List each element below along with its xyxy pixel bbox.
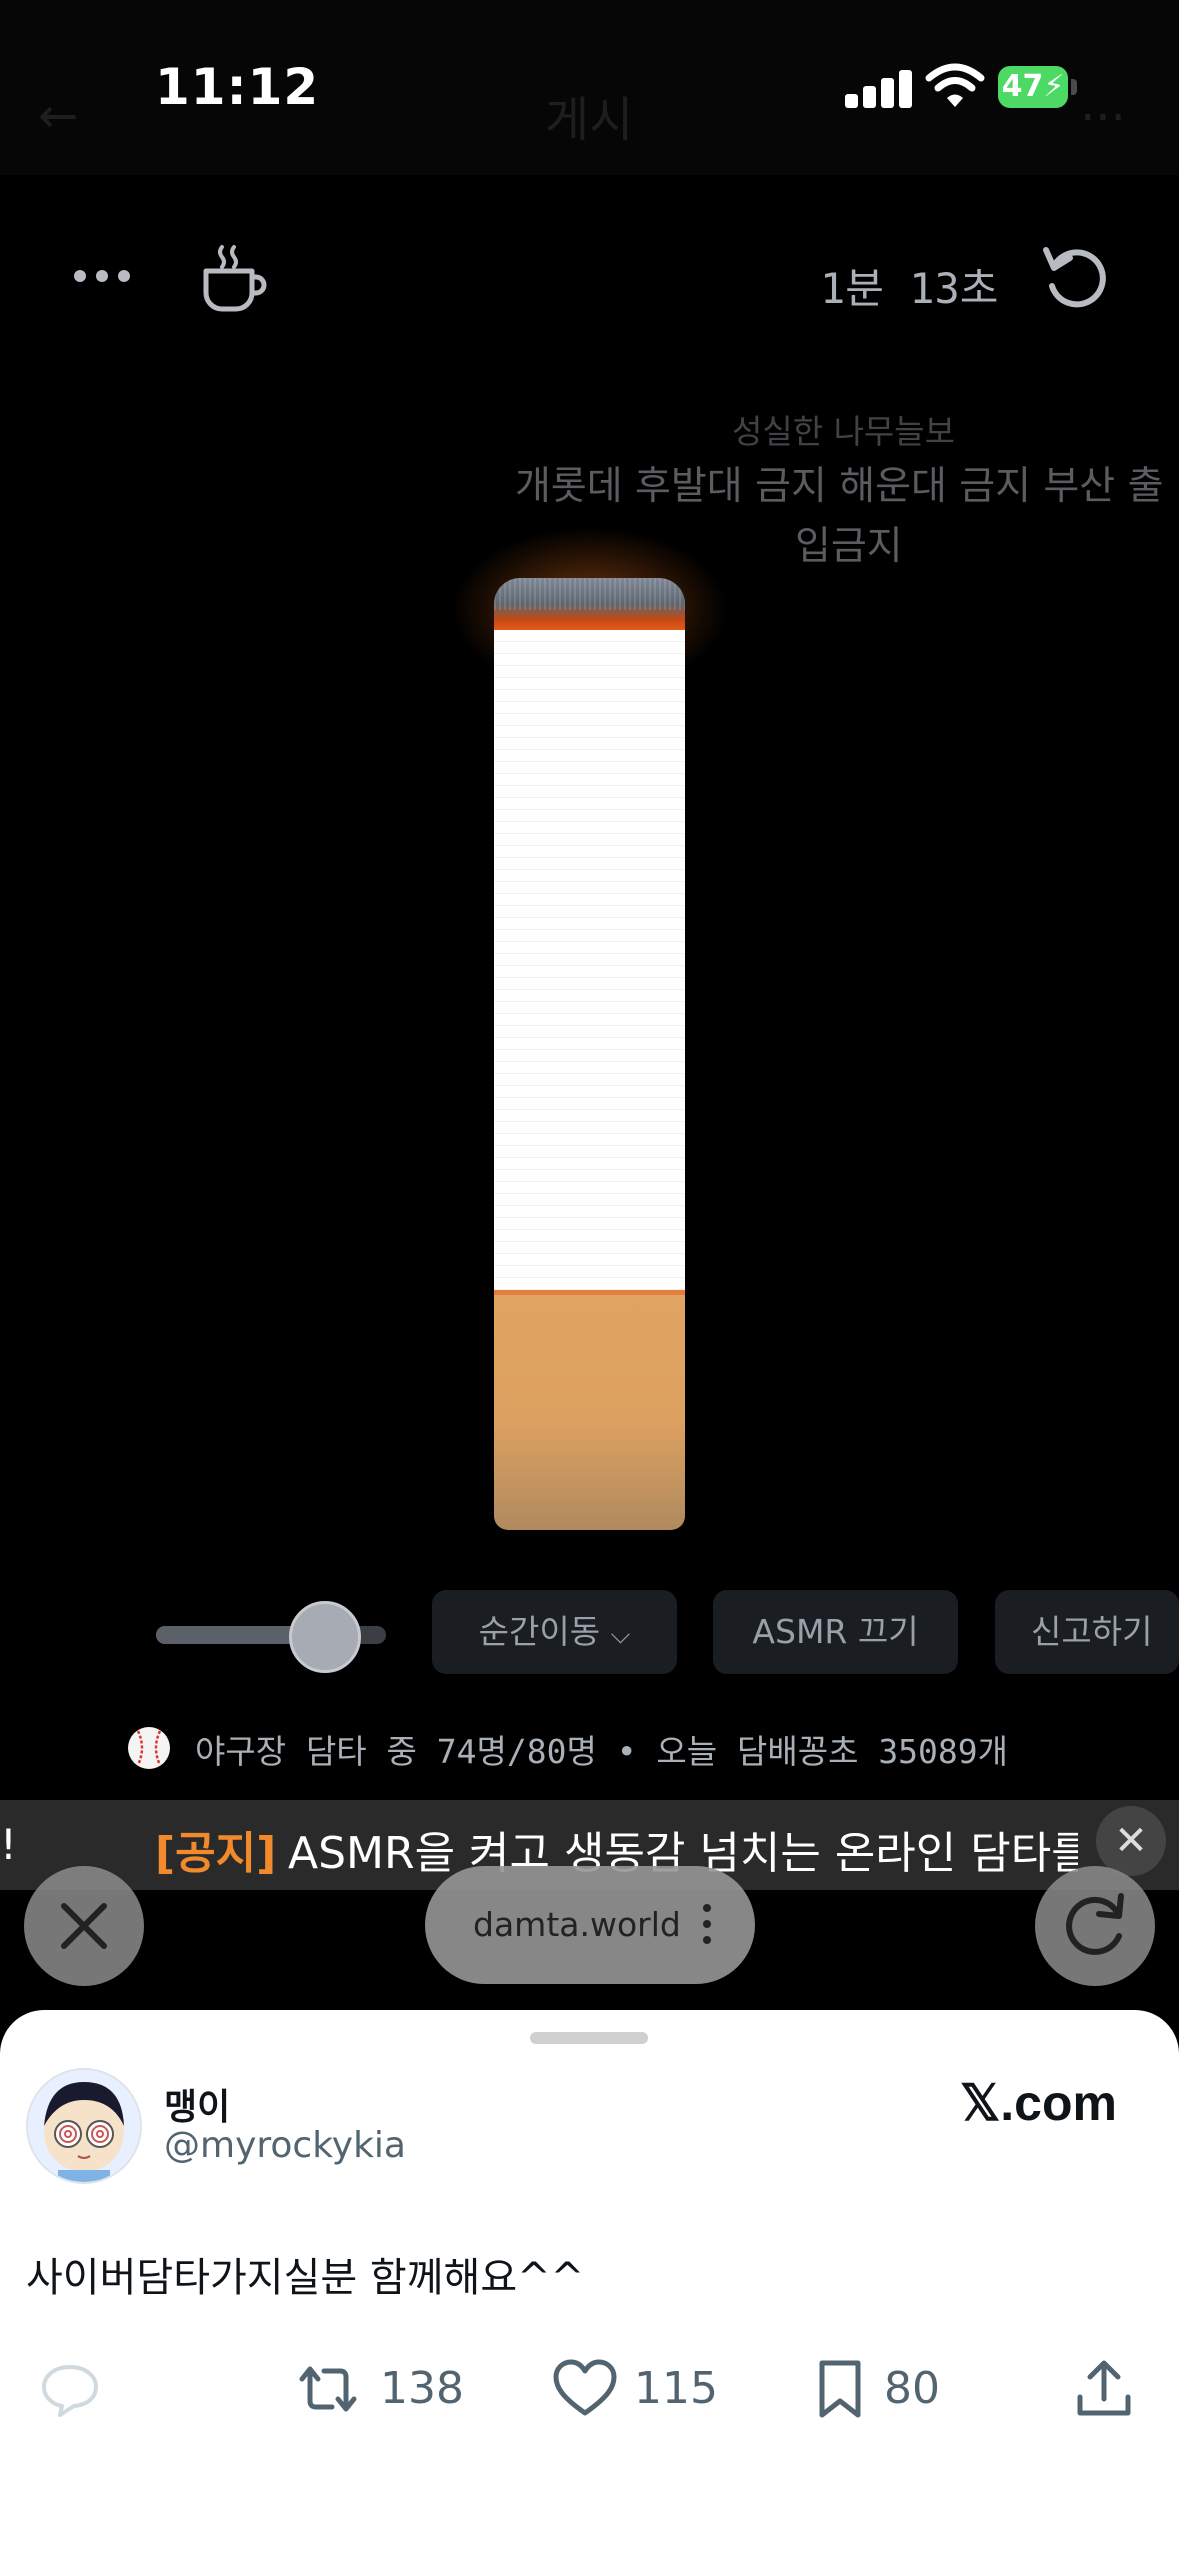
sheet-grab-handle[interactable] xyxy=(530,2032,648,2044)
bookmark-icon xyxy=(819,2360,861,2418)
retweet-count: 138 xyxy=(380,2363,464,2414)
bookmark-button[interactable]: 80 xyxy=(812,2355,940,2419)
reply-button[interactable] xyxy=(38,2355,102,2419)
close-icon xyxy=(61,1903,107,1949)
url-text: damta.world xyxy=(473,1905,681,1944)
message-author: 성실한 나무늘보 xyxy=(732,412,956,451)
browser-close-button[interactable] xyxy=(24,1866,144,1986)
underlying-more: ··· xyxy=(1080,90,1126,146)
reply-icon xyxy=(42,2365,98,2417)
room-stats: 야구장 담타 중 74명/80명 • 오늘 담배꽁초 35089개 xyxy=(195,1732,1009,1771)
coffee-cup-icon[interactable] xyxy=(198,243,270,315)
underlying-back-arrow: ← xyxy=(38,88,79,144)
restart-icon[interactable] xyxy=(1040,242,1112,314)
url-bar[interactable]: damta.world xyxy=(425,1866,755,1984)
cigarette-ash-tip xyxy=(494,578,685,630)
chevron-down-icon: ⌵ xyxy=(610,1620,631,1650)
cigarette-paper[interactable] xyxy=(494,630,685,1292)
share-icon xyxy=(1077,2360,1131,2416)
retweet-icon xyxy=(299,2366,357,2412)
wifi-icon xyxy=(925,62,985,110)
reload-icon xyxy=(1066,1893,1124,1955)
notice-previous-fragment: ! xyxy=(0,1820,17,1869)
share-button[interactable] xyxy=(1072,2355,1136,2419)
teleport-dropdown[interactable]: 순간이동 ⌵ xyxy=(432,1590,677,1674)
asmr-toggle-button[interactable]: ASMR 끄기 xyxy=(713,1590,958,1674)
cellular-signal-icon xyxy=(845,68,915,108)
tweet-text: 사이버담타가지실분 함께해요^^ xyxy=(26,2255,585,2301)
report-button[interactable]: 신고하기 xyxy=(995,1590,1179,1674)
elapsed-timer: 1분 13초 xyxy=(820,264,999,313)
cigarette-filter xyxy=(494,1295,685,1530)
browser-reload-button[interactable] xyxy=(1035,1866,1155,1986)
retweet-button[interactable]: 138 xyxy=(292,2355,464,2419)
message-text: 개롯데 후발대 금지 해운대 금지 부산 출 xyxy=(515,464,1164,509)
like-button[interactable]: 115 xyxy=(552,2355,718,2419)
x-logo[interactable]: 𝕏.com xyxy=(960,2074,1117,2132)
volume-slider-handle[interactable] xyxy=(288,1601,361,1673)
status-time: 11:12 xyxy=(155,58,320,116)
tweet-handle[interactable]: @myrockykia xyxy=(164,2125,406,2166)
notice-tag: [공지] xyxy=(155,1828,277,1879)
avatar[interactable] xyxy=(26,2068,142,2184)
heart-icon xyxy=(553,2359,617,2416)
battery-icon: 47⚡ xyxy=(998,66,1078,110)
bookmark-count: 80 xyxy=(884,2363,940,2414)
tweet-display-name[interactable]: 맹이 xyxy=(164,2078,230,2130)
battery-level: 47⚡ xyxy=(998,66,1068,108)
baseball-icon xyxy=(128,1727,170,1769)
message-text-continued: 입금지 xyxy=(795,524,903,569)
vertical-more-icon[interactable] xyxy=(697,1904,717,1948)
like-count: 115 xyxy=(634,2363,718,2414)
underlying-page-title: 게시 xyxy=(545,92,634,148)
more-menu-icon[interactable] xyxy=(72,262,132,292)
